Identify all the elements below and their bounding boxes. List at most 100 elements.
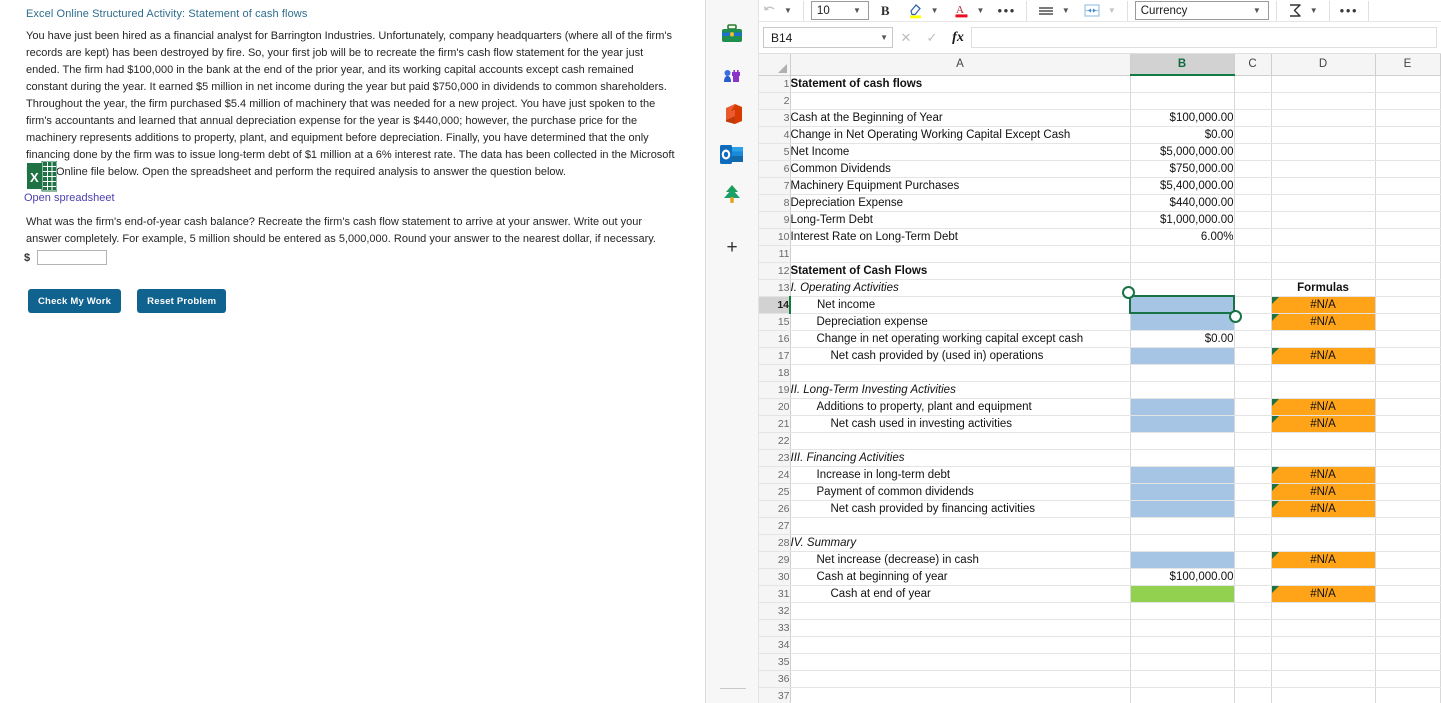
- cell-E21[interactable]: [1375, 415, 1441, 433]
- cell-A25[interactable]: Payment of common dividends: [790, 483, 1131, 501]
- cell-B31[interactable]: [1130, 584, 1235, 603]
- row-header-26[interactable]: 26: [759, 500, 791, 518]
- row-header-10[interactable]: 10: [759, 228, 791, 246]
- row-header-35[interactable]: 35: [759, 653, 791, 671]
- cell-A1[interactable]: Statement of cash flows: [790, 75, 1131, 93]
- cell-C30[interactable]: [1234, 568, 1272, 586]
- cell-A29[interactable]: Net increase (decrease) in cash: [790, 551, 1131, 569]
- cell-B4[interactable]: $0.00: [1130, 126, 1235, 144]
- cell-C8[interactable]: [1234, 194, 1272, 212]
- font-size-select[interactable]: 10 ▼: [810, 1, 869, 20]
- select-all-corner[interactable]: [759, 54, 791, 76]
- cell-D13[interactable]: Formulas: [1271, 279, 1376, 297]
- cell-A8[interactable]: Depreciation Expense: [790, 194, 1131, 212]
- cancel-icon[interactable]: ✕: [893, 25, 919, 51]
- cell-E26[interactable]: [1375, 500, 1441, 518]
- cell-E2[interactable]: [1375, 92, 1441, 110]
- row-header-28[interactable]: 28: [759, 534, 791, 552]
- font-more-options-icon[interactable]: •••: [994, 0, 1018, 21]
- cell-D15[interactable]: #N/A: [1271, 313, 1376, 331]
- cell-D21[interactable]: #N/A: [1271, 414, 1376, 433]
- cell-E4[interactable]: [1375, 126, 1441, 144]
- cell-A4[interactable]: Change in Net Operating Working Capital …: [790, 126, 1131, 144]
- cell-B23[interactable]: [1130, 449, 1235, 467]
- cell-E36[interactable]: [1375, 670, 1441, 688]
- cell-B21[interactable]: [1130, 414, 1235, 433]
- row-header-16[interactable]: 16: [759, 330, 791, 348]
- cell-B27[interactable]: [1130, 517, 1235, 535]
- insert-function-icon[interactable]: fx: [945, 25, 971, 51]
- cell-A34[interactable]: [790, 636, 1131, 654]
- cell-A32[interactable]: [790, 602, 1131, 620]
- row-header-5[interactable]: 5: [759, 143, 791, 161]
- ribbon-more-options-icon[interactable]: •••: [1337, 0, 1361, 21]
- cell-C31[interactable]: [1234, 585, 1272, 603]
- cell-A28[interactable]: IV. Summary: [790, 534, 1131, 552]
- cell-D37[interactable]: [1271, 687, 1376, 703]
- cell-E34[interactable]: [1375, 636, 1441, 654]
- cell-D34[interactable]: [1271, 636, 1376, 654]
- cell-D8[interactable]: [1271, 194, 1376, 212]
- cell-B25[interactable]: [1130, 483, 1235, 501]
- cell-A13[interactable]: I. Operating Activities: [790, 279, 1131, 297]
- cell-C37[interactable]: [1234, 687, 1272, 703]
- cell-C1[interactable]: [1234, 75, 1272, 93]
- cell-B33[interactable]: [1130, 619, 1235, 637]
- cell-D36[interactable]: [1271, 670, 1376, 688]
- cell-E15[interactable]: [1375, 313, 1441, 331]
- cell-E9[interactable]: [1375, 211, 1441, 229]
- open-spreadsheet-link[interactable]: Open spreadsheet: [24, 192, 115, 204]
- row-header-6[interactable]: 6: [759, 160, 791, 178]
- cell-A3[interactable]: Cash at the Beginning of Year: [790, 109, 1131, 127]
- align-dropdown-chevron-down-icon[interactable]: ▼: [1058, 6, 1074, 15]
- cell-E22[interactable]: [1375, 432, 1441, 450]
- cell-C35[interactable]: [1234, 653, 1272, 671]
- cell-B7[interactable]: $5,400,000.00: [1130, 177, 1235, 195]
- cell-C17[interactable]: [1234, 347, 1272, 365]
- cell-A31[interactable]: Cash at end of year: [790, 585, 1131, 603]
- cell-B19[interactable]: [1130, 381, 1235, 399]
- row-header-3[interactable]: 3: [759, 109, 791, 127]
- row-header-17[interactable]: 17: [759, 347, 791, 365]
- merge-cells-icon[interactable]: [1080, 0, 1104, 21]
- cell-A22[interactable]: [790, 432, 1131, 450]
- outlook-icon[interactable]: [718, 140, 746, 168]
- cell-A21[interactable]: Net cash used in investing activities: [790, 415, 1131, 433]
- cell-E17[interactable]: [1375, 347, 1441, 365]
- cell-E20[interactable]: [1375, 398, 1441, 416]
- cell-E19[interactable]: [1375, 381, 1441, 399]
- formula-input[interactable]: [971, 27, 1437, 48]
- cell-A10[interactable]: Interest Rate on Long-Term Debt: [790, 228, 1131, 246]
- cell-D7[interactable]: [1271, 177, 1376, 195]
- chevron-down-icon[interactable]: ▼: [849, 6, 865, 15]
- cell-C29[interactable]: [1234, 551, 1272, 569]
- cell-B32[interactable]: [1130, 602, 1235, 620]
- cell-C24[interactable]: [1234, 466, 1272, 484]
- check-my-work-button[interactable]: Check My Work: [28, 289, 122, 313]
- cell-D25[interactable]: #N/A: [1271, 483, 1376, 501]
- cell-C3[interactable]: [1234, 109, 1272, 127]
- column-header-e[interactable]: E: [1375, 54, 1441, 76]
- chevron-down-icon[interactable]: ▼: [1249, 6, 1265, 15]
- cell-D18[interactable]: [1271, 364, 1376, 382]
- fontcolor-dropdown-chevron-down-icon[interactable]: ▼: [973, 6, 989, 15]
- briefcase-icon[interactable]: [718, 20, 746, 48]
- cell-B26[interactable]: [1130, 499, 1235, 518]
- row-header-21[interactable]: 21: [759, 415, 791, 433]
- cell-A30[interactable]: Cash at beginning of year: [790, 568, 1131, 586]
- cell-C12[interactable]: [1234, 262, 1272, 280]
- highlight-dropdown-chevron-down-icon[interactable]: ▼: [927, 6, 943, 15]
- cell-A26[interactable]: Net cash provided by financing activitie…: [790, 500, 1131, 518]
- cell-C36[interactable]: [1234, 670, 1272, 688]
- cell-E25[interactable]: [1375, 483, 1441, 501]
- row-header-11[interactable]: 11: [759, 245, 791, 263]
- cell-A33[interactable]: [790, 619, 1131, 637]
- merge-dropdown-chevron-down-icon[interactable]: ▼: [1104, 6, 1120, 15]
- cell-C11[interactable]: [1234, 245, 1272, 263]
- cell-B36[interactable]: [1130, 670, 1235, 688]
- cell-B12[interactable]: [1130, 262, 1235, 280]
- cell-D33[interactable]: [1271, 619, 1376, 637]
- row-header-8[interactable]: 8: [759, 194, 791, 212]
- answer-input[interactable]: [37, 250, 108, 265]
- row-header-36[interactable]: 36: [759, 670, 791, 688]
